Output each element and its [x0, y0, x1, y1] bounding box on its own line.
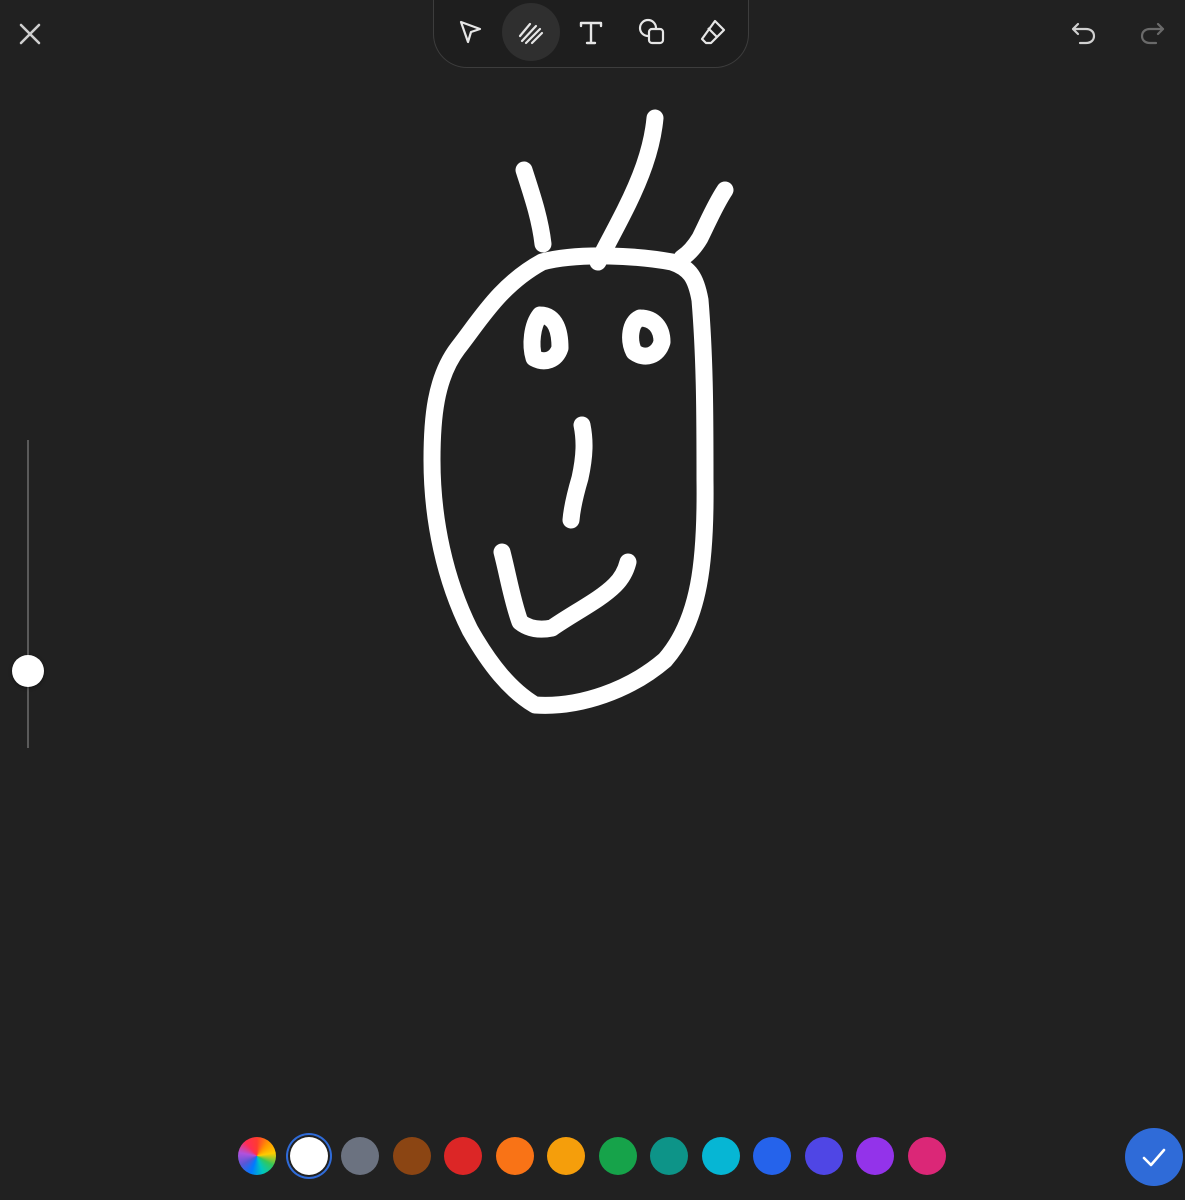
- slider-thumb[interactable]: [12, 654, 44, 687]
- done-button[interactable]: [1125, 1128, 1183, 1186]
- shapes-tool-button[interactable]: [623, 3, 681, 61]
- drawing-editor: [0, 0, 1185, 1200]
- close-icon: [19, 23, 41, 45]
- eraser-icon: [700, 19, 726, 45]
- close-button[interactable]: [8, 12, 52, 56]
- color-swatch-brown[interactable]: [392, 1137, 431, 1175]
- redo-button[interactable]: [1130, 10, 1176, 56]
- text-icon: [579, 21, 603, 45]
- color-swatch-teal[interactable]: [650, 1137, 688, 1175]
- color-palette: [235, 1133, 955, 1179]
- hair-right-stroke: [673, 181, 734, 267]
- color-swatch-blue[interactable]: [753, 1137, 791, 1175]
- eraser-tool-button[interactable]: [684, 3, 742, 61]
- color-swatch-green[interactable]: [598, 1137, 637, 1175]
- color-swatch-amber[interactable]: [547, 1137, 585, 1175]
- color-swatch-gray[interactable]: [341, 1137, 379, 1175]
- color-swatch-orange[interactable]: [495, 1137, 534, 1175]
- tool-bar: [433, 0, 749, 68]
- undo-button[interactable]: [1060, 10, 1106, 56]
- text-tool-button[interactable]: [562, 3, 620, 61]
- select-tool-button[interactable]: [441, 3, 499, 61]
- redo-icon: [1140, 22, 1165, 45]
- color-swatch-white[interactable]: [289, 1137, 328, 1175]
- left-eye-stroke: [523, 306, 569, 370]
- pointer-icon: [459, 20, 482, 44]
- checkmark-icon: [1142, 1148, 1166, 1167]
- pen-scribble-icon: [518, 22, 544, 45]
- right-eye-stroke: [622, 309, 671, 365]
- color-swatch-red[interactable]: [444, 1137, 482, 1175]
- color-swatch-indigo[interactable]: [804, 1137, 843, 1175]
- stroke-size-slider[interactable]: [8, 440, 48, 750]
- undo-icon: [1071, 22, 1096, 45]
- pen-tool-button[interactable]: [502, 3, 560, 61]
- nose-stroke: [562, 416, 593, 529]
- mouth-stroke: [493, 543, 637, 638]
- color-swatch-purple[interactable]: [856, 1137, 894, 1175]
- hair-left-stroke: [515, 161, 552, 253]
- hair-middle-stroke: [589, 109, 664, 271]
- shapes-icon: [638, 18, 665, 45]
- color-swatch-pink[interactable]: [907, 1137, 946, 1175]
- color-swatch-cyan[interactable]: [701, 1137, 740, 1175]
- color-swatch-color-picker[interactable]: [238, 1137, 276, 1175]
- drawing-canvas[interactable]: [0, 0, 1185, 1200]
- slider-track: [27, 440, 29, 748]
